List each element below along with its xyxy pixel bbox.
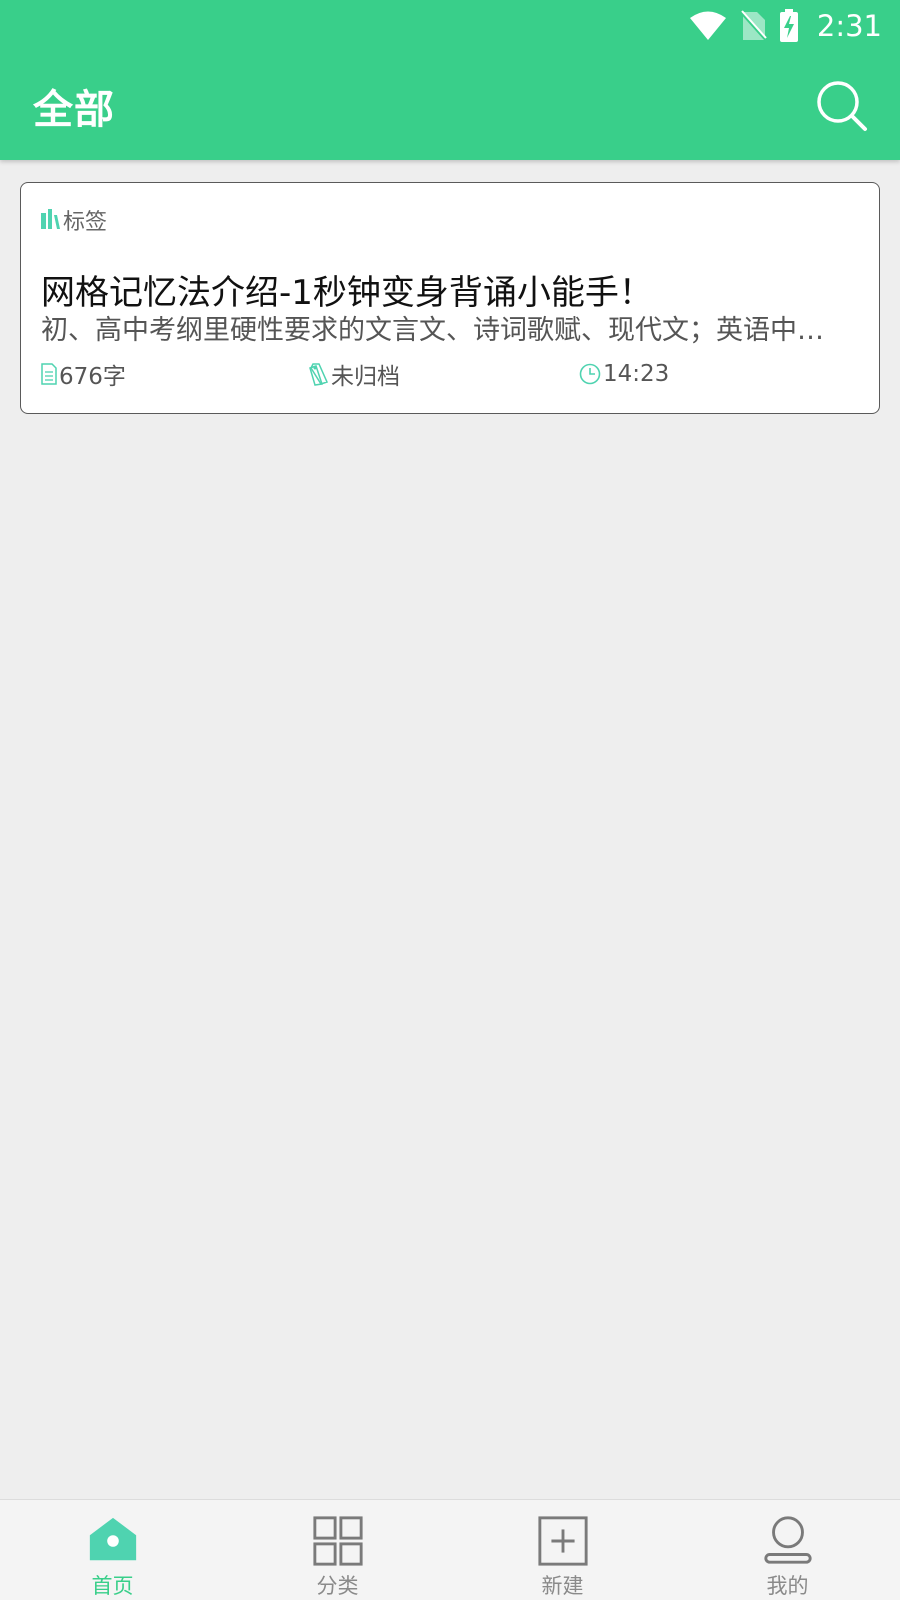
archive-status: 未归档 (307, 357, 400, 391)
search-button[interactable] (814, 78, 870, 134)
no-sim-icon (739, 10, 767, 42)
tag-bars-icon (41, 209, 60, 229)
clock-icon (579, 363, 601, 385)
status-time: 2:31 (816, 9, 882, 43)
nav-home[interactable]: 首页 (0, 1500, 225, 1600)
document-icon (41, 363, 57, 385)
note-time-text: 14:23 (603, 361, 670, 387)
archive-tag-icon (309, 363, 329, 386)
status-bar: 2:31 (0, 0, 900, 52)
nav-category[interactable]: 分类 (225, 1500, 450, 1600)
nav-new[interactable]: 新建 (450, 1500, 675, 1600)
note-title: 网格记忆法介绍-1秒钟变身背诵小能手！ (41, 273, 653, 313)
tag-label: 标签 (63, 210, 108, 235)
top-bar: 2:31 全部 (0, 0, 900, 160)
nav-new-label: 新建 (541, 1574, 584, 1598)
nav-category-label: 分类 (316, 1574, 359, 1598)
search-icon (817, 81, 867, 131)
note-tag[interactable]: 标签 (41, 205, 107, 235)
app-bar: 全部 (0, 52, 900, 160)
note-meta: 676字 未归档 14:23 (41, 357, 861, 391)
note-time: 14:23 (579, 357, 669, 391)
battery-charging-icon (779, 9, 799, 43)
nav-mine-label: 我的 (766, 1574, 809, 1598)
home-icon (89, 1517, 136, 1561)
bottom-nav: 首页 分类 新建 我的 (0, 1499, 900, 1600)
archive-status-text: 未归档 (331, 364, 400, 390)
nav-home-label: 首页 (91, 1574, 134, 1598)
app-root: 2:31 全部 标签 网格记忆法介绍-1秒钟变身背诵小能手！ 初、高中考纲里硬性… (0, 0, 900, 1600)
nav-mine[interactable]: 我的 (675, 1500, 900, 1600)
word-count: 676字 (41, 357, 126, 391)
wifi-icon (689, 11, 727, 41)
note-card[interactable]: 标签 网格记忆法介绍-1秒钟变身背诵小能手！ 初、高中考纲里硬性要求的文言文、诗… (20, 182, 880, 414)
note-preview: 初、高中考纲里硬性要求的文言文、诗词歌赋、现代文；英语中… (41, 315, 824, 346)
page-title: 全部 (33, 87, 115, 133)
profile-icon (763, 1516, 812, 1564)
grid-icon (312, 1516, 363, 1566)
add-icon (537, 1516, 588, 1566)
word-count-text: 676字 (59, 364, 126, 390)
